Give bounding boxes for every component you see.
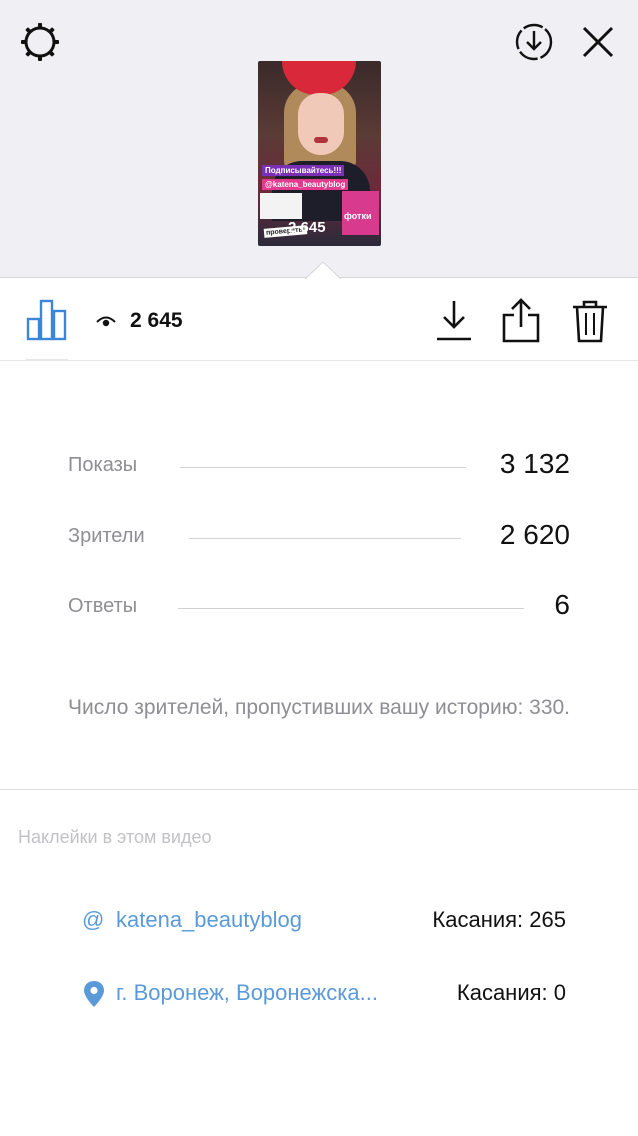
settings-icon[interactable] bbox=[18, 20, 62, 64]
eye-icon bbox=[96, 316, 116, 327]
metric-leader-line bbox=[180, 467, 466, 468]
section-divider bbox=[0, 789, 638, 790]
location-pin-icon bbox=[84, 981, 104, 1007]
thumbnail-white-card bbox=[260, 193, 302, 219]
bar-chart-icon[interactable] bbox=[26, 297, 68, 341]
stickers-heading: Наклейки в этом видео bbox=[18, 827, 212, 847]
sticker-row-location[interactable]: г. Воронеж, Воронежска... Касания: 0 bbox=[82, 976, 568, 1012]
metric-label: Ответы bbox=[68, 595, 138, 617]
sticker-row-mention[interactable]: @ katena_beautyblog Касания: 265 bbox=[82, 903, 568, 939]
metric-row-impressions: Показы 3 132 bbox=[68, 446, 570, 486]
thumbnail-views: 2 645 bbox=[288, 219, 326, 236]
sticker-taps: Касания: 265 bbox=[432, 907, 566, 932]
metric-label: Показы bbox=[68, 454, 138, 476]
metric-value: 2 620 bbox=[499, 519, 570, 550]
thumbnail-handle-sticker: @katena_beautyblog bbox=[262, 179, 349, 190]
thumbnail-pointer-outline bbox=[304, 262, 342, 280]
metric-row-viewers: Зрители 2 620 bbox=[68, 517, 570, 557]
thumbnail-lips bbox=[314, 137, 328, 143]
share-icon[interactable] bbox=[500, 297, 542, 343]
download-circle-icon[interactable] bbox=[512, 20, 556, 64]
metric-value: 3 132 bbox=[499, 448, 570, 479]
thumbnail-subscribe-sticker: Подписывайтесь!!! bbox=[262, 165, 345, 176]
thumbnail-photos-text: фотки bbox=[344, 211, 372, 221]
toolbar-divider bbox=[0, 360, 638, 361]
story-toolbar: 2 645 bbox=[0, 279, 638, 361]
skipped-viewers-text: Число зрителей, пропустивших вашу истори… bbox=[67, 696, 571, 719]
save-icon[interactable] bbox=[434, 297, 474, 343]
sticker-mention-link[interactable]: katena_beautyblog bbox=[116, 907, 302, 933]
trash-icon[interactable] bbox=[570, 297, 610, 343]
metric-leader-line bbox=[178, 608, 524, 609]
metric-leader-line bbox=[189, 538, 461, 539]
thumbnail-face bbox=[298, 93, 344, 155]
metric-value: 6 bbox=[554, 589, 570, 620]
close-icon[interactable] bbox=[578, 22, 618, 62]
metric-row-replies: Ответы 6 bbox=[68, 587, 570, 627]
at-icon: @ bbox=[82, 907, 105, 932]
story-thumbnail[interactable]: Подписывайтесь!!! @katena_beautyblog фот… bbox=[258, 61, 381, 246]
sticker-location-link[interactable]: г. Воронеж, Воронежска... bbox=[116, 980, 378, 1006]
sticker-taps: Касания: 0 bbox=[456, 980, 566, 1005]
views-count: 2 645 bbox=[130, 309, 183, 332]
metric-label: Зрители bbox=[68, 525, 145, 547]
